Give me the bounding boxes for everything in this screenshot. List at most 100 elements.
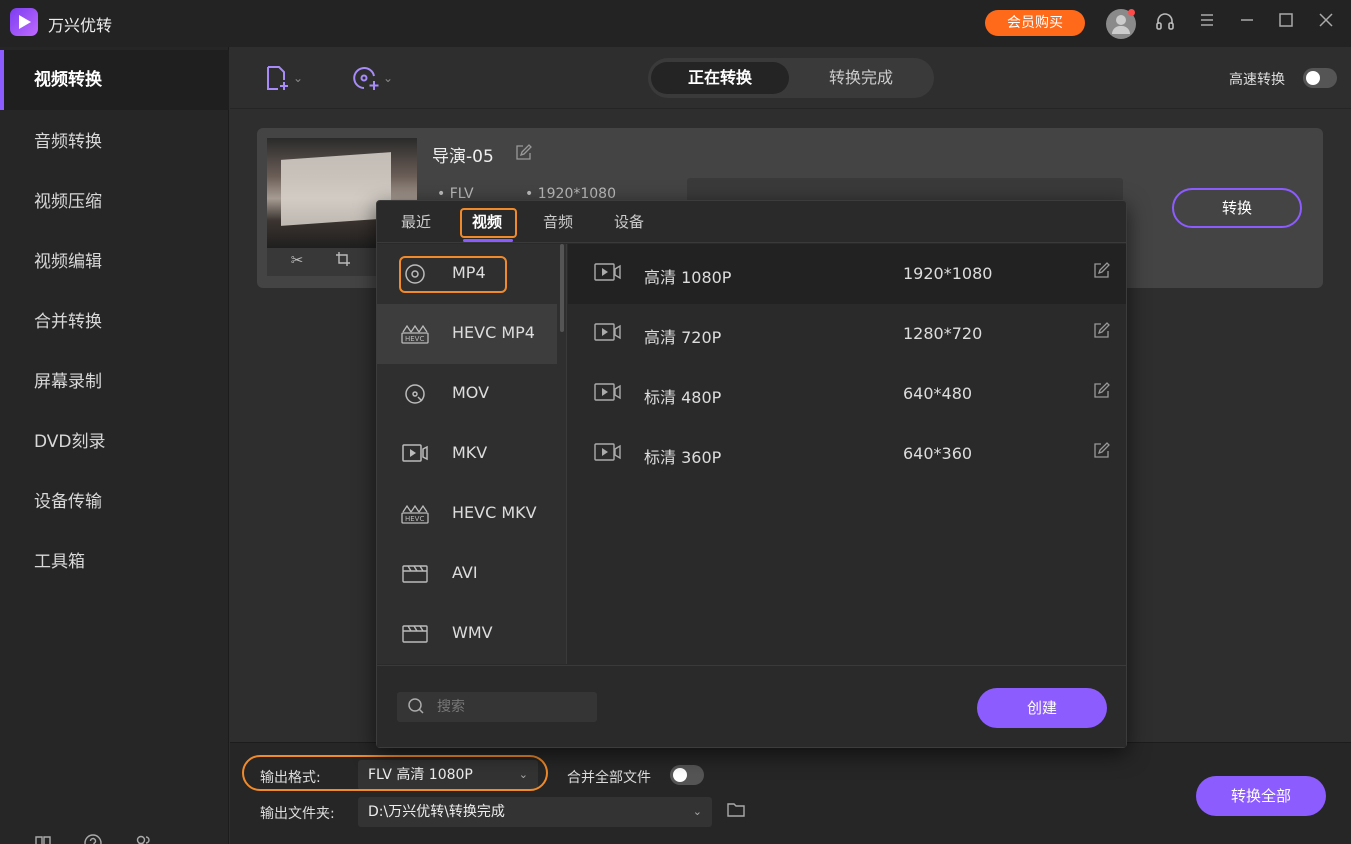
create-button[interactable]: 创建 (977, 688, 1107, 728)
format-item-mov[interactable]: MOV (377, 364, 557, 424)
notification-dot (1128, 9, 1135, 16)
tab-device[interactable]: 设备 (614, 211, 644, 232)
crop-icon[interactable] (333, 251, 353, 271)
edit-preset-icon[interactable] (1093, 382, 1110, 403)
format-label: MOV (452, 383, 490, 402)
format-item-hevc-mp4[interactable]: HEVC HEVC MP4 (377, 304, 557, 364)
resolution-item[interactable]: 高清 1080P 1920*1080 (568, 244, 1126, 304)
edit-preset-icon[interactable] (1093, 262, 1110, 283)
resolution-size: 640*360 (903, 444, 973, 463)
svg-text:HEVC: HEVC (405, 515, 424, 523)
search-icon (407, 697, 425, 719)
clapperboard-icon (401, 622, 429, 646)
resolution-name: 标清 480P (644, 388, 722, 407)
bottom-bar: 输出格式: FLV 高清 1080P ⌄ 合并全部文件 输出文件夹: D:\万兴… (230, 742, 1351, 844)
video-file-icon (401, 442, 429, 466)
headset-icon[interactable] (1153, 11, 1177, 35)
scissors-icon[interactable]: ✂ (287, 251, 307, 271)
sidebar-item-dvd-burn[interactable]: DVD刻录 (0, 412, 229, 472)
add-file-button[interactable]: ⌄ (264, 62, 303, 94)
book-icon[interactable] (32, 833, 54, 844)
format-list-scrollbar[interactable] (560, 244, 564, 332)
convert-button[interactable]: 转换 (1172, 188, 1302, 228)
active-tab-indicator (463, 239, 513, 242)
output-format-highlight (242, 755, 548, 791)
format-item-mp4[interactable]: MP4 (377, 244, 557, 304)
menu-icon[interactable] (1195, 11, 1219, 35)
sidebar-item-audio-convert[interactable]: 音频转换 (0, 112, 229, 172)
sidebar-item-video-compress[interactable]: 视频压缩 (0, 172, 229, 232)
sidebar-item-merge[interactable]: 合并转换 (0, 292, 229, 352)
tab-converted[interactable]: 转换完成 (791, 62, 931, 94)
chevron-down-icon: ⌄ (383, 71, 394, 85)
resolution-size: 640*480 (903, 384, 973, 403)
resolution-size: 1920*1080 (903, 264, 993, 283)
format-label: WMV (452, 623, 493, 642)
close-icon[interactable] (1314, 11, 1338, 35)
resolution-item[interactable]: 标清 480P 640*480 (568, 364, 1126, 424)
top-toolbar: ⌄ ⌄ 正在转换 转换完成 高速转换 (230, 47, 1351, 109)
high-speed-label: 高速转换 (1229, 72, 1285, 88)
format-label: HEVC MP4 (452, 323, 535, 342)
tab-audio[interactable]: 音频 (543, 211, 573, 232)
rename-edit-icon[interactable] (515, 144, 533, 162)
mp4-highlight (399, 256, 507, 293)
resolution-size: 1280*720 (903, 324, 983, 343)
tab-recent[interactable]: 最近 (401, 211, 431, 232)
sidebar-item-video-edit[interactable]: 视频编辑 (0, 232, 229, 292)
hevc-icon: HEVC (401, 502, 429, 526)
sidebar-item-screen-record[interactable]: 屏幕录制 (0, 352, 229, 412)
format-label: AVI (452, 563, 478, 582)
chevron-down-icon: ⌄ (692, 805, 702, 818)
maximize-icon[interactable] (1274, 11, 1298, 35)
merge-all-toggle[interactable] (670, 765, 704, 785)
resolution-item[interactable]: 标清 360P 640*360 (568, 424, 1126, 484)
sidebar: 视频转换 音频转换 视频压缩 视频编辑 合并转换 屏幕录制 DVD刻录 设备传输… (0, 47, 229, 844)
video-icon (594, 442, 622, 464)
output-folder-value: D:\万兴优转\转换完成 (368, 804, 505, 820)
hevc-icon: HEVC (401, 322, 429, 346)
resolution-item[interactable]: 高清 720P 1280*720 (568, 304, 1126, 364)
sidebar-item-video-convert[interactable]: 视频转换 (0, 50, 229, 110)
users-icon[interactable] (132, 833, 154, 844)
format-label: MKV (452, 443, 488, 462)
resolution-name: 高清 1080P (644, 268, 732, 287)
format-item-avi[interactable]: AVI (377, 544, 557, 604)
video-icon (594, 322, 622, 344)
format-item-hevc-mkv[interactable]: HEVC HEVC MKV (377, 484, 557, 544)
app-title: 万兴优转 (48, 16, 113, 35)
high-speed-toggle[interactable] (1303, 68, 1337, 88)
convert-all-button[interactable]: 转换全部 (1196, 776, 1326, 816)
video-tab-highlight (460, 208, 517, 238)
svg-text:HEVC: HEVC (405, 335, 424, 343)
panel-footer: 创建 (377, 665, 1126, 747)
output-folder-label: 输出文件夹: (260, 806, 335, 822)
convert-status-tabs: 正在转换 转换完成 (648, 58, 934, 98)
title-bar: 万兴优转 会员购买 (0, 0, 1351, 47)
edit-preset-icon[interactable] (1093, 322, 1110, 343)
video-icon (594, 382, 622, 404)
quicktime-icon (401, 382, 429, 406)
sidebar-item-device-transfer[interactable]: 设备传输 (0, 472, 229, 532)
vip-purchase-button[interactable]: 会员购买 (985, 10, 1085, 36)
tab-converting[interactable]: 正在转换 (651, 62, 789, 94)
edit-preset-icon[interactable] (1093, 442, 1110, 463)
resolution-name: 高清 720P (644, 328, 722, 347)
folder-icon[interactable] (726, 801, 748, 823)
help-icon[interactable] (82, 833, 104, 844)
merge-all-label: 合并全部文件 (567, 770, 651, 786)
app-logo-icon (10, 8, 38, 36)
resolution-name: 标清 360P (644, 448, 722, 467)
sidebar-item-toolbox[interactable]: 工具箱 (0, 532, 229, 592)
format-item-mkv[interactable]: MKV (377, 424, 557, 484)
minimize-icon[interactable] (1235, 11, 1259, 35)
format-label: HEVC MKV (452, 503, 537, 522)
search-input[interactable] (437, 697, 587, 717)
resolution-list: 高清 1080P 1920*1080 高清 720P 1280*720 标清 4… (568, 244, 1126, 664)
add-disc-button[interactable]: ⌄ (352, 62, 393, 94)
format-list: MP4 HEVC HEVC MP4 MOV MKV HEVC HEVC MKV (377, 244, 567, 664)
format-item-wmv[interactable]: WMV (377, 604, 557, 664)
output-folder-select[interactable]: D:\万兴优转\转换完成 ⌄ (358, 797, 712, 827)
chevron-down-icon: ⌄ (293, 71, 304, 85)
format-search (397, 692, 597, 722)
